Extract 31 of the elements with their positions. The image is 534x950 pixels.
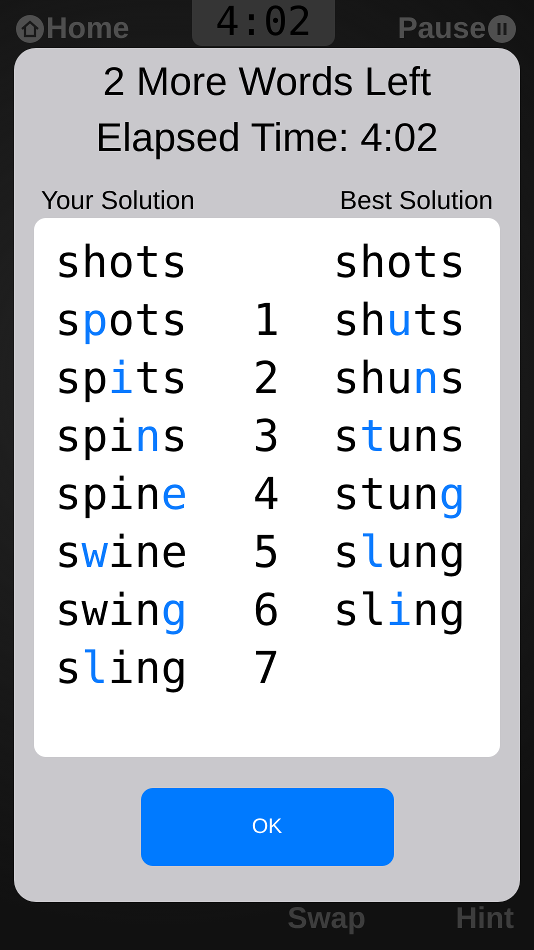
solution-word: stuns (333, 410, 466, 464)
column-heading: Best Solution (340, 184, 493, 216)
step-number: 6 (253, 584, 280, 638)
step-number: 2 (253, 352, 280, 406)
solution-word: shuts (333, 294, 466, 348)
home-label[interactable]: Home (46, 14, 130, 44)
solution-word: stung (333, 468, 466, 522)
column-heading: Your Solution (41, 184, 195, 216)
solution-word: swing (55, 584, 188, 638)
pause-label[interactable]: Pause (398, 14, 486, 44)
step-number: 1 (253, 294, 280, 348)
step-number: 3 (253, 410, 280, 464)
solution-word: slung (333, 526, 466, 580)
solution-word: spins (55, 410, 188, 464)
dialog-title: 2 More Words Left (102, 59, 432, 106)
solution-word: spine (55, 468, 188, 522)
home-icon[interactable] (16, 15, 44, 43)
dialog-title: Elapsed Time: 4:02 (96, 115, 438, 162)
solution-word: sling (333, 584, 466, 638)
solution-word: spots (55, 294, 188, 348)
step-number: 4 (253, 468, 280, 522)
solution-word: swine (55, 526, 188, 580)
step-number: 7 (253, 642, 280, 696)
solution-word: sling (55, 642, 188, 696)
solution-word: shots (55, 236, 188, 290)
solution-word: shots (333, 236, 466, 290)
step-number: 5 (253, 526, 280, 580)
ok-button[interactable]: OK (140, 788, 394, 866)
solution-word: spits (55, 352, 188, 406)
solution-word: shuns (333, 352, 466, 406)
pause-icon[interactable] (488, 15, 516, 43)
